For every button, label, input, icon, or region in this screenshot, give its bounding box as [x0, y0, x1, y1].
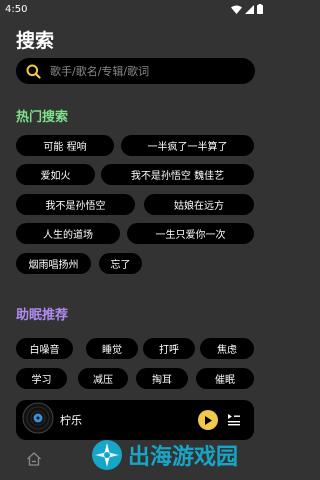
hot-tag[interactable]: 一半疯了一半算了: [121, 135, 254, 156]
watermark-logo-icon: [92, 440, 122, 470]
hot-search-title: 热门搜索: [16, 110, 69, 125]
sleep-tag[interactable]: 学习: [16, 368, 67, 389]
album-disc-icon[interactable]: [22, 402, 54, 434]
search-input[interactable]: [50, 64, 230, 78]
home-icon[interactable]: [26, 451, 42, 467]
hot-tag[interactable]: 爱如火: [16, 164, 95, 185]
hot-tag[interactable]: 姑娘在远方: [144, 194, 254, 215]
watermark-text: 出海游戏园: [128, 445, 239, 470]
play-button[interactable]: [198, 410, 218, 430]
signal-icon: [245, 4, 254, 14]
sleep-tag[interactable]: 焦虑: [200, 338, 254, 359]
sleep-tag[interactable]: 催眠: [196, 368, 254, 389]
search-icon: [26, 64, 41, 79]
hot-tag[interactable]: 我不是孙悟空 魏佳艺: [101, 164, 254, 185]
hot-tag[interactable]: 人生的道场: [16, 223, 120, 244]
hot-tag[interactable]: 烟雨唱扬州: [16, 253, 91, 274]
hot-tag[interactable]: 可能 程响: [16, 135, 114, 156]
wifi-icon: [231, 5, 242, 14]
playlist-icon[interactable]: [227, 412, 241, 426]
sleep-tag[interactable]: 睡觉: [86, 338, 138, 359]
watermark: 出海游戏园: [90, 430, 270, 480]
sleep-tag[interactable]: 掏耳: [136, 368, 188, 389]
sleep-recommend-title: 助眠推荐: [16, 308, 69, 323]
sleep-tag[interactable]: 白噪音: [16, 338, 73, 359]
search-bar[interactable]: [16, 58, 255, 84]
hot-tag[interactable]: 忘了: [99, 253, 142, 274]
status-bar: 4:50: [0, 0, 270, 18]
hot-tag[interactable]: 一生只爱你一次: [127, 223, 254, 244]
hot-tag[interactable]: 我不是孙悟空: [16, 194, 135, 215]
play-icon: [205, 415, 212, 425]
status-icons: [231, 4, 263, 14]
player-track-title: 柠乐: [60, 414, 82, 427]
battery-icon: [257, 4, 263, 14]
sleep-tag[interactable]: 打呼: [143, 338, 195, 359]
sleep-tag[interactable]: 减压: [78, 368, 128, 389]
page-title: 搜索: [16, 30, 55, 52]
status-time: 4:50: [5, 3, 28, 15]
